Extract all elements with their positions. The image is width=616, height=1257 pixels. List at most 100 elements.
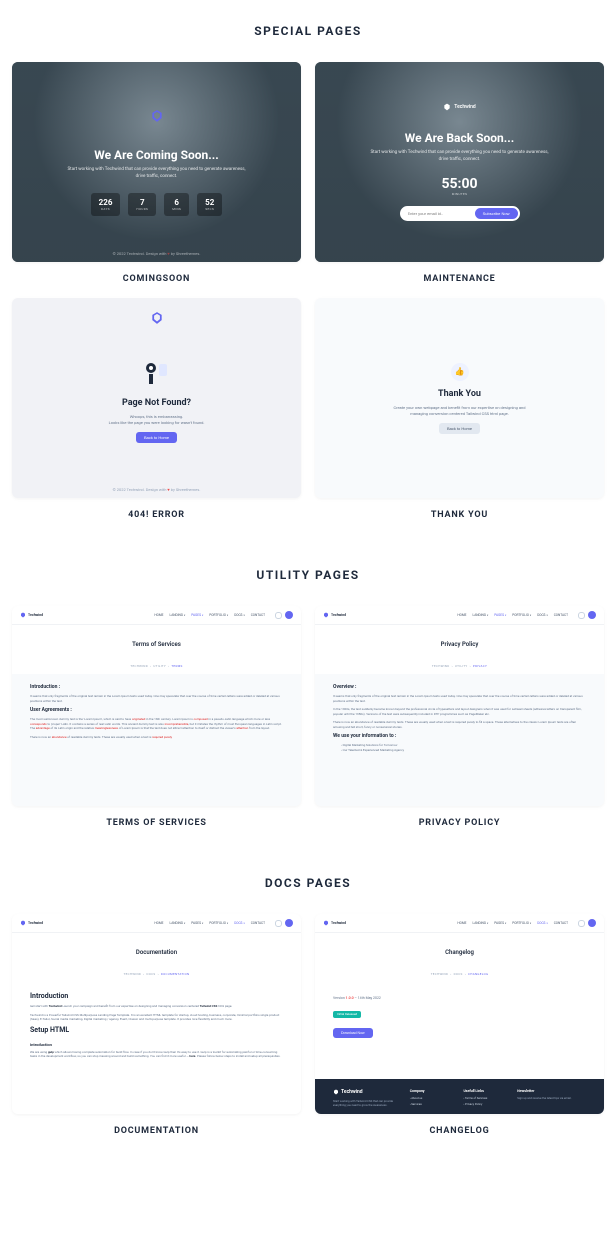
nav-pages[interactable]: PAGES▾ — [494, 921, 506, 925]
email-input[interactable] — [402, 208, 475, 219]
user-icon[interactable] — [285, 919, 293, 927]
maintenance-card[interactable]: Techwind We Are Back Soon... Start worki… — [315, 62, 604, 262]
maintenance-timer: 55:00 — [441, 176, 477, 192]
section-title-special: SPECIAL PAGES — [12, 24, 604, 38]
topbar-nav: HOME LANDING▾ PAGES▾ PORTFOLIO▾ DOCS▾ CO… — [457, 613, 568, 617]
email-form: Subscribe Now — [400, 206, 520, 221]
release-badge: Initial Released — [333, 1011, 361, 1018]
label-privacy: PRIVACY POLICY — [419, 818, 501, 828]
terms-agree-h: User Agreements : — [30, 707, 283, 713]
terms-agree-p: The most well-known dummy text is the 'L… — [30, 717, 283, 731]
privacy-p3: There is now an abundance of readable du… — [333, 720, 586, 729]
user-icon[interactable] — [588, 611, 596, 619]
topbar-nav: HOME LANDING▾ PAGES▾ PORTFOLIO▾ DOCS▾ CO… — [154, 921, 265, 925]
cd-mins: 6 — [172, 198, 181, 207]
footer-link[interactable]: › Terms of Services — [464, 1096, 510, 1100]
nav-pages[interactable]: PAGES▾ — [191, 921, 203, 925]
section-title-utility: UTILITY PAGES — [12, 568, 604, 582]
brand-small: Techwind — [443, 103, 476, 111]
brand[interactable]: Techwind — [323, 612, 346, 618]
doc-setup-h: Setup HTML — [30, 1026, 283, 1034]
nav-contact[interactable]: CONTACT — [554, 613, 568, 617]
nav-home[interactable]: HOME — [457, 613, 466, 617]
label-changelog: CHANGELOG — [429, 1126, 489, 1136]
maintenance-sub: Start working with Techwind that can pro… — [370, 150, 550, 164]
countdown: 226DAYS 7HOURS 6MINS 52SECS — [91, 193, 223, 216]
back-home-button[interactable]: Back to Home — [439, 423, 480, 434]
thankyou-card[interactable]: 👍 Thank You Create your own webpage and … — [315, 298, 604, 498]
brand[interactable]: Techwind — [20, 612, 43, 618]
footer-link[interactable]: › Services — [410, 1102, 456, 1106]
doc-p2: Techwind is a Powerful Tailwind CSS Mult… — [30, 1013, 283, 1022]
nav-landing[interactable]: LANDING▾ — [472, 921, 488, 925]
footer-links-h: Usefull Links — [464, 1089, 510, 1093]
nav-home[interactable]: HOME — [154, 613, 163, 617]
nav-portfolio[interactable]: PORTFOLIO▾ — [209, 613, 228, 617]
topbar: Techwind HOME LANDING▾ PAGES▾ PORTFOLIO▾… — [12, 606, 301, 625]
topbar-nav: HOME LANDING▾ PAGES▾ PORTFOLIO▾ DOCS▾ CO… — [154, 613, 265, 617]
terms-title: Terms of Services — [12, 641, 301, 648]
footer-link[interactable]: › Privacy Policy — [464, 1102, 510, 1106]
maintenance-timer-label: MINUTES — [452, 192, 468, 196]
thankyou-title: Thank You — [438, 389, 481, 399]
user-icon[interactable] — [588, 919, 596, 927]
nav-docs[interactable]: DOCS▾ — [234, 921, 245, 925]
logo-icon — [150, 310, 164, 324]
nav-landing[interactable]: LANDING▾ — [169, 921, 185, 925]
brand[interactable]: Techwind — [20, 920, 43, 926]
privacy-card[interactable]: Techwind HOME LANDING▾ PAGES▾ PORTFOLIO▾… — [315, 606, 604, 806]
error404-sub: Whoops, this is embarrassing. Looks like… — [109, 414, 205, 426]
topbar: Techwind HOME LANDING▾ PAGES▾ PORTFOLIO▾… — [315, 606, 604, 625]
thumbsup-icon: 👍 — [451, 363, 469, 381]
back-home-button[interactable]: Back to Home — [136, 432, 177, 443]
error404-card[interactable]: Page Not Found? Whoops, this is embarras… — [12, 298, 301, 498]
download-button[interactable]: Download Now — [333, 1028, 373, 1038]
breadcrumb: TECHWIND › DOCS › CHANGELOG — [315, 966, 604, 982]
label-terms: TERMS OF SERVICES — [106, 818, 206, 828]
footer: Techwind Start working with Tailwind CSS… — [315, 1079, 604, 1114]
changelog-card[interactable]: Techwind HOME LANDING▾ PAGES▾ PORTFOLIO▾… — [315, 914, 604, 1114]
nav-contact[interactable]: CONTACT — [554, 921, 568, 925]
footer-brand[interactable]: Techwind — [333, 1089, 402, 1095]
brand[interactable]: Techwind — [323, 920, 346, 926]
subscribe-button[interactable]: Subscribe Now — [475, 208, 518, 219]
documentation-card[interactable]: Techwind HOME LANDING▾ PAGES▾ PORTFOLIO▾… — [12, 914, 301, 1114]
nav-landing[interactable]: LANDING▾ — [169, 613, 185, 617]
nav-landing[interactable]: LANDING▾ — [472, 613, 488, 617]
nav-docs[interactable]: DOCS▾ — [537, 613, 548, 617]
user-icon[interactable] — [285, 611, 293, 619]
comingsoon-card[interactable]: We Are Coming Soon... Start working with… — [12, 62, 301, 262]
cart-icon[interactable] — [578, 612, 585, 619]
terms-intro-h: Introduction : — [30, 684, 283, 690]
doc-p1: Get start with Techwind Launch your camp… — [30, 1004, 283, 1009]
topbar: Techwind HOME LANDING▾ PAGES▾ PORTFOLIO▾… — [12, 914, 301, 933]
terms-card[interactable]: Techwind HOME LANDING▾ PAGES▾ PORTFOLIO▾… — [12, 606, 301, 806]
nav-contact[interactable]: CONTACT — [251, 921, 265, 925]
breadcrumb: TECHWIND › DOCS › DOCUMENTATION — [12, 966, 301, 982]
nav-pages[interactable]: PAGES▾ — [191, 613, 203, 617]
privacy-info-h: We use your information to : — [333, 733, 586, 739]
changelog-title: Changelog — [315, 949, 604, 956]
nav-pages[interactable]: PAGES▾ — [494, 613, 506, 617]
nav-contact[interactable]: CONTACT — [251, 613, 265, 617]
privacy-title: Privacy Policy — [315, 641, 604, 648]
maintenance-title: We Are Back Soon... — [405, 131, 514, 145]
nav-portfolio[interactable]: PORTFOLIO▾ — [512, 921, 531, 925]
nav-portfolio[interactable]: PORTFOLIO▾ — [512, 613, 531, 617]
cd-days: 226 — [99, 198, 113, 207]
privacy-p1: It seems that only fragments of the orig… — [333, 694, 586, 703]
nav-docs[interactable]: DOCS▾ — [537, 921, 548, 925]
cart-icon[interactable] — [275, 920, 282, 927]
cart-icon[interactable] — [275, 612, 282, 619]
comingsoon-title: We Are Coming Soon... — [94, 148, 218, 162]
cart-icon[interactable] — [578, 920, 585, 927]
doc-setup-intro-h: Introduction — [30, 1042, 283, 1047]
nav-home[interactable]: HOME — [457, 921, 466, 925]
nav-home[interactable]: HOME — [154, 921, 163, 925]
privacy-list: › Digital Marketing Solutions for Tomorr… — [333, 743, 586, 753]
footer-company-h: Company — [410, 1089, 456, 1093]
footer-link[interactable]: › About us — [410, 1096, 456, 1100]
nav-portfolio[interactable]: PORTFOLIO▾ — [209, 921, 228, 925]
nav-docs[interactable]: DOCS▾ — [234, 613, 245, 617]
label-maintenance: MAINTENANCE — [423, 274, 495, 284]
